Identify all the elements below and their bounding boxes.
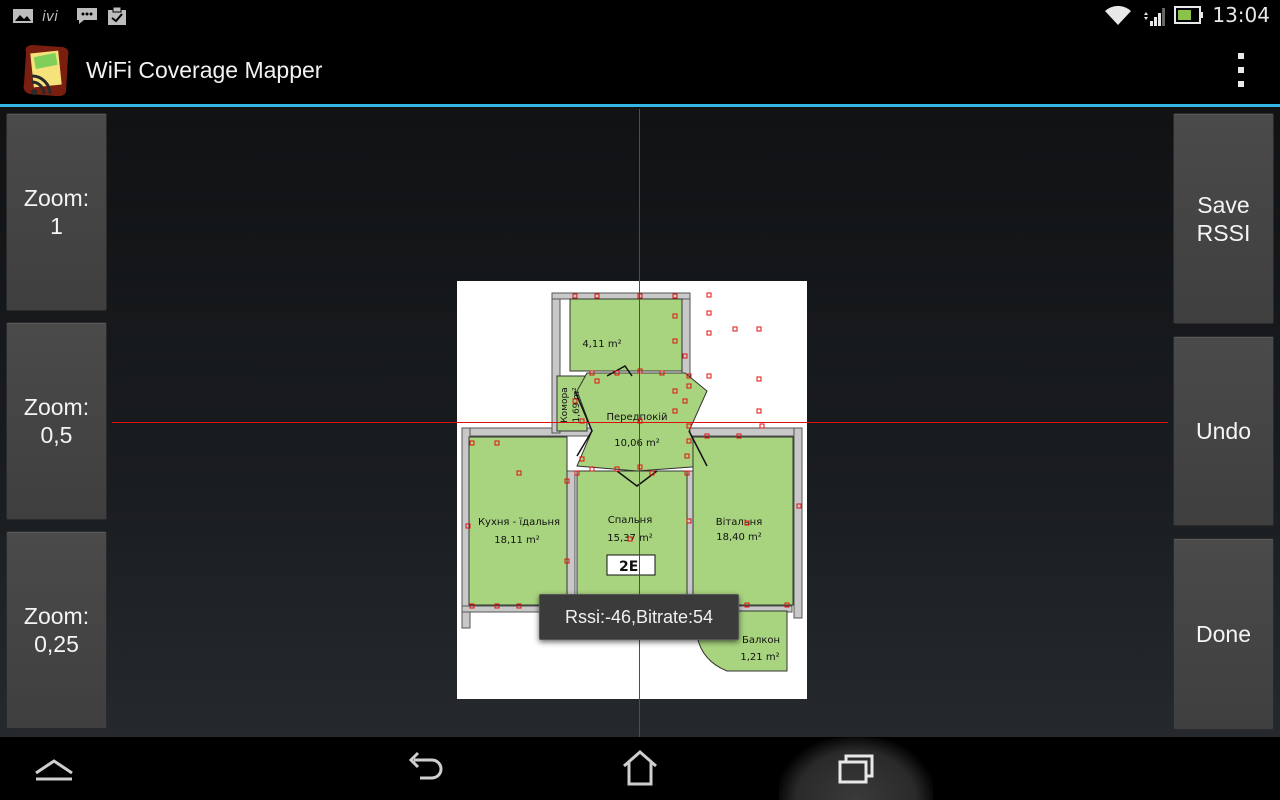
image-icon — [13, 9, 33, 23]
crosshair-vertical — [639, 109, 640, 737]
wifi-icon — [1105, 5, 1132, 25]
status-bar: ivi 13:04 — [0, 0, 1280, 33]
signal-icon — [1144, 8, 1166, 26]
room-name-label: Вітальня — [716, 516, 762, 528]
recents-icon[interactable] — [826, 745, 886, 791]
rssi-marker — [706, 373, 712, 379]
clock: 13:04 — [1212, 3, 1270, 27]
navigation-bar — [0, 737, 1280, 800]
notification-icons: ivi — [12, 6, 128, 26]
overflow-menu-icon[interactable] — [1232, 53, 1250, 87]
room-bathroom — [569, 298, 683, 372]
action-bar: WiFi Coverage Mapper — [0, 33, 1280, 105]
room-area-label: 4,11 m² — [582, 339, 621, 350]
ivi-icon: ivi — [42, 9, 58, 25]
rssi-marker — [756, 408, 762, 414]
rssi-marker — [732, 326, 738, 332]
done-button[interactable]: Done — [1173, 538, 1274, 730]
rssi-marker — [706, 330, 712, 336]
clipboard-icon — [108, 6, 126, 25]
app-title: WiFi Coverage Mapper — [86, 57, 323, 83]
svg-text:ivi: ivi — [42, 9, 58, 25]
plan-label: 2E — [619, 559, 638, 575]
rssi-marker — [759, 423, 765, 429]
rssi-toast: Rssi:-46,Bitrate:54 — [539, 594, 739, 640]
room-name-label: Комора — [560, 387, 570, 422]
home-icon[interactable] — [610, 745, 670, 791]
up-icon[interactable] — [24, 745, 84, 791]
map-view[interactable]: Zoom: 1 Zoom: 0,5 Zoom: 0,25 Save RSSI U… — [0, 107, 1280, 737]
room-name-label: Спальня — [608, 515, 653, 526]
room-area-label: 10,06 m² — [614, 438, 660, 449]
battery-icon — [1174, 6, 1204, 24]
room-area-label: 1,21 m² — [740, 652, 779, 663]
rssi-marker — [756, 326, 762, 332]
room-area-label: 15,37 m² — [607, 533, 653, 544]
zoom-1-button[interactable]: Zoom: 1 — [6, 113, 107, 311]
crosshair-horizontal — [112, 422, 1168, 423]
save-rssi-button[interactable]: Save RSSI — [1173, 113, 1274, 324]
app-logo-icon[interactable] — [18, 42, 74, 98]
room-area-label: 1,69 m² — [572, 387, 582, 423]
room-area-label: 18,40 m² — [716, 532, 762, 543]
rssi-marker — [706, 292, 712, 298]
zoom-0-5-button[interactable]: Zoom: 0,5 — [6, 322, 107, 520]
rssi-marker — [706, 310, 712, 316]
room-area-label: 18,11 m² — [494, 535, 540, 546]
back-icon[interactable] — [394, 745, 454, 791]
room-name-label: Кухня - їдальня — [478, 517, 560, 528]
zoom-0-25-button[interactable]: Zoom: 0,25 — [6, 531, 107, 729]
chat-icon — [77, 8, 97, 24]
undo-button[interactable]: Undo — [1173, 336, 1274, 526]
rssi-marker — [756, 376, 762, 382]
room-name-label: Балкон — [742, 635, 780, 646]
